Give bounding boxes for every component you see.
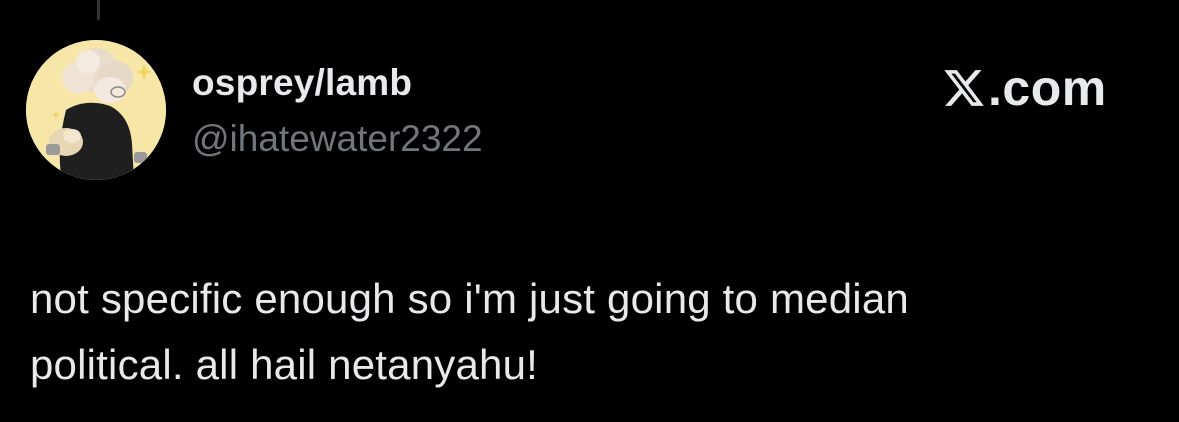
brand-watermark: .com [942, 60, 1107, 116]
brand-domain-text: .com [988, 60, 1107, 116]
tweet-text: not specific enough so i'm just going to… [30, 266, 1160, 398]
tweet-text-line: political. all hail netanyahu! [30, 341, 538, 388]
author-handle[interactable]: @ihatewater2322 [192, 118, 483, 160]
author-display-name[interactable]: osprey/lamb [192, 62, 412, 104]
avatar-illustration [26, 40, 166, 180]
x-logo-icon [944, 70, 984, 106]
tweet-text-line: not specific enough so i'm just going to… [30, 275, 909, 322]
thread-connector-line [97, 0, 100, 20]
avatar[interactable] [26, 40, 166, 180]
